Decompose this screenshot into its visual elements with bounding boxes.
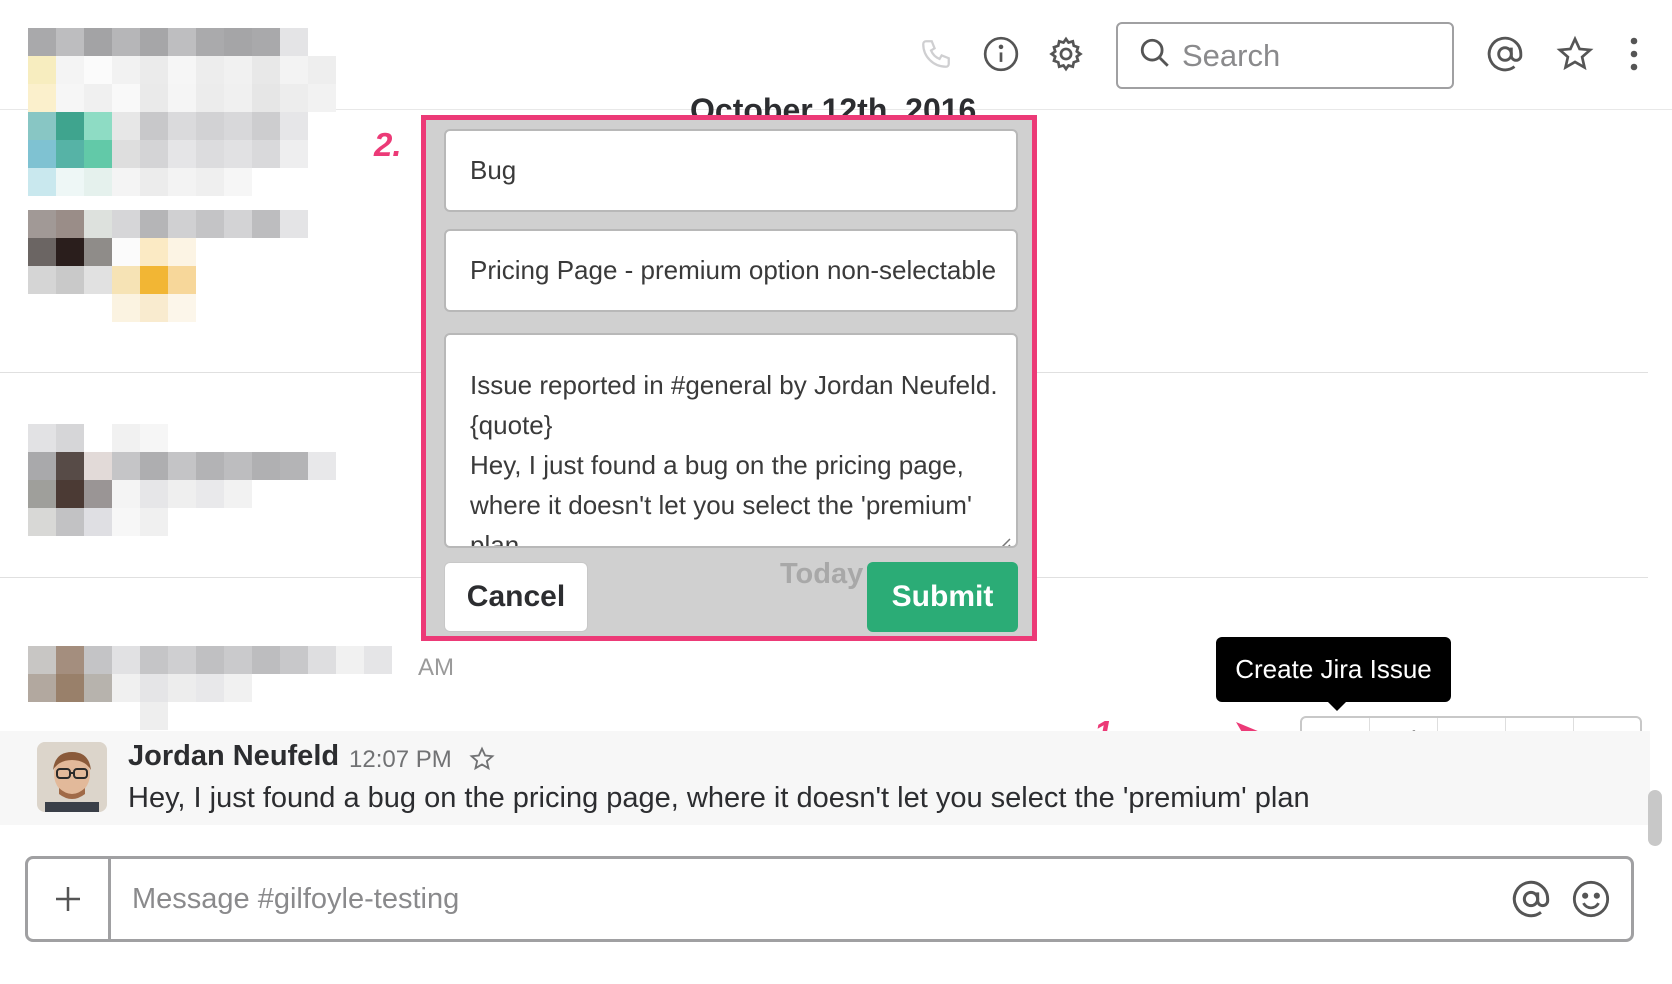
scrollbar-thumb[interactable] [1648,790,1662,846]
scrollbar[interactable] [1648,128,1664,850]
description-field[interactable]: Issue reported in #general by Jordan Neu… [444,333,1018,548]
avatar[interactable] [37,742,107,812]
message-input[interactable]: Message #gilfoyle-testing [132,859,459,939]
mention-icon[interactable] [1508,876,1554,922]
search-input[interactable]: Search [1116,22,1454,89]
search-placeholder: Search [1182,37,1281,73]
kebab-menu-icon[interactable] [1614,34,1654,74]
cancel-button[interactable]: Cancel [444,562,588,632]
issue-type-field[interactable]: Bug [444,129,1018,212]
message-text: Hey, I just found a bug on the pricing p… [128,782,1310,814]
message-author[interactable]: Jordan Neufeld [128,740,339,773]
issue-type-value: Bug [470,155,517,185]
submit-button[interactable]: Submit [867,562,1018,632]
resize-handle-icon[interactable] [994,524,1012,546]
at-icon[interactable] [1485,34,1525,74]
create-jira-issue-tooltip: Create Jira Issue [1216,637,1451,702]
message-time-partial: AM [418,654,454,681]
phone-icon[interactable] [916,34,956,74]
today-divider: Today [780,558,864,590]
star-icon[interactable] [1555,34,1595,74]
description-line: plan [470,530,520,548]
step-2-label: 2. [374,126,402,163]
message-timestamp[interactable]: 12:07 PM [349,746,452,774]
add-file-button[interactable] [28,859,111,939]
star-message-icon[interactable] [469,746,495,777]
description-line: {quote} [470,410,553,440]
message-composer: Message #gilfoyle-testing [25,856,1634,942]
plus-icon [56,887,80,911]
info-icon[interactable] [981,34,1021,74]
description-line: where it doesn't let you select the 'pre… [470,490,972,520]
summary-field[interactable]: Pricing Page - premium option non-select… [444,229,1018,312]
create-issue-dialog: Bug Pricing Page - premium option non-se… [421,115,1037,641]
emoji-icon[interactable] [1568,876,1614,922]
gear-icon[interactable] [1046,34,1086,74]
tooltip-tail [1326,700,1348,711]
search-icon [1138,36,1172,75]
description-line: Hey, I just found a bug on the pricing p… [470,450,964,480]
summary-value: Pricing Page - premium option non-select… [470,255,997,285]
description-line: Issue reported in #general by Jordan Neu… [470,370,998,400]
